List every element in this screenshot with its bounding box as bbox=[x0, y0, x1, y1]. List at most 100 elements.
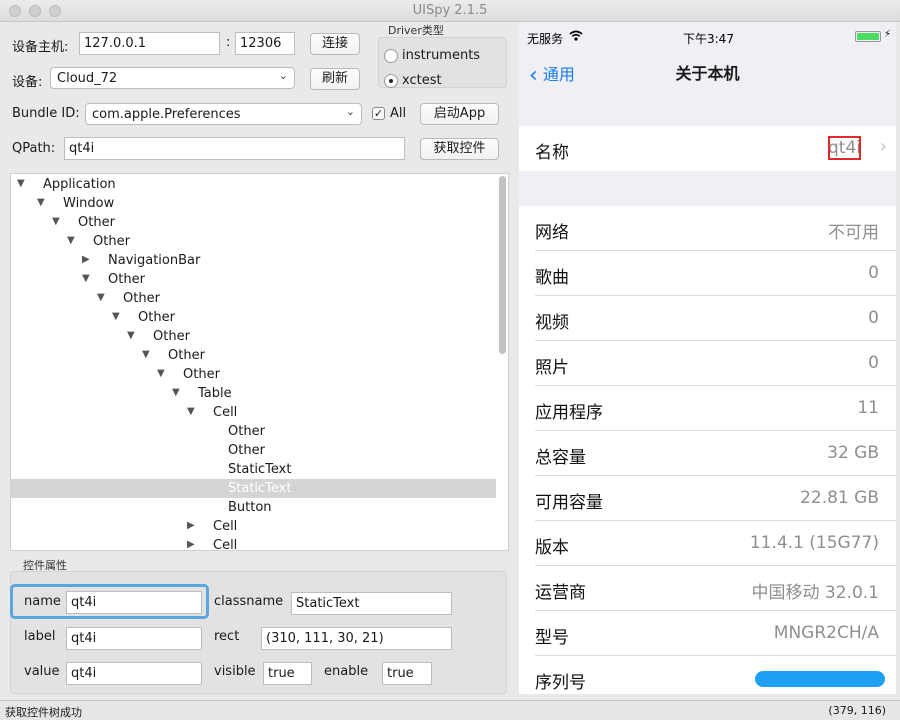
device-select[interactable]: Cloud_72 ⌄ bbox=[50, 67, 295, 89]
info-row-value: 0 bbox=[868, 353, 879, 373]
prop-value-label: value bbox=[24, 664, 60, 679]
tree-node[interactable]: ▶ NavigationBar bbox=[11, 251, 496, 270]
tree-node[interactable]: ▼ Other bbox=[11, 289, 496, 308]
tree-scrollbar[interactable] bbox=[499, 176, 506, 354]
bundle-id-select[interactable]: com.apple.Preferences ⌄ bbox=[85, 103, 362, 125]
serial-redaction bbox=[755, 671, 885, 687]
tree-node-label: Other bbox=[78, 215, 115, 230]
name-cell-label: 名称 bbox=[535, 143, 569, 163]
driver-radio-instruments[interactable] bbox=[384, 49, 398, 63]
disclosure-expanded-icon[interactable]: ▼ bbox=[112, 311, 120, 322]
control-tree[interactable]: ▶ Cell ▶ Cell Button StaticText StaticText Othe… bbox=[10, 173, 509, 551]
tree-node-label: Other bbox=[108, 272, 145, 287]
status-bar: 获取控件树成功 (379, 116) bbox=[0, 700, 900, 720]
tree-node[interactable]: ▼ Cell bbox=[11, 403, 496, 422]
driver-option-xctest: xctest bbox=[402, 73, 442, 88]
tree-node[interactable]: StaticText bbox=[11, 460, 496, 479]
tree-node-label: Other bbox=[228, 443, 265, 458]
prop-label-label: label bbox=[24, 629, 56, 644]
info-row[interactable]: 总容量 32 GB bbox=[519, 431, 896, 476]
tree-node-label: Other bbox=[228, 424, 265, 439]
tree-node[interactable]: Button bbox=[11, 498, 496, 517]
info-row-label: 运营商 bbox=[535, 583, 586, 603]
prop-label-field[interactable]: qt4i bbox=[66, 627, 202, 650]
refresh-button[interactable]: 刷新 bbox=[310, 68, 360, 90]
device-select-value: Cloud_72 bbox=[57, 71, 118, 86]
info-row[interactable]: 版本 11.4.1 (15G77) bbox=[519, 521, 896, 566]
info-row-value: 11.4.1 (15G77) bbox=[749, 533, 879, 553]
driver-option-instruments: instruments bbox=[402, 48, 481, 63]
tree-node[interactable]: ▼ Window bbox=[11, 194, 496, 213]
info-row-value: MNGR2CH/A bbox=[773, 623, 879, 643]
connect-button[interactable]: 连接 bbox=[310, 33, 360, 55]
window-title: UISpy 2.1.5 bbox=[412, 3, 488, 18]
disclosure-expanded-icon[interactable]: ▼ bbox=[187, 406, 195, 417]
info-row[interactable]: 视频 0 bbox=[519, 296, 896, 341]
info-row-label: 可用容量 bbox=[535, 493, 603, 513]
driver-radio-xctest[interactable] bbox=[384, 74, 398, 88]
tree-node-label: StaticText bbox=[228, 481, 292, 496]
info-row[interactable]: 照片 0 bbox=[519, 341, 896, 386]
info-row-value: 0 bbox=[868, 308, 879, 328]
info-row[interactable]: 歌曲 0 bbox=[519, 251, 896, 296]
title-bar: UISpy 2.1.5 bbox=[0, 0, 900, 22]
disclosure-expanded-icon[interactable]: ▼ bbox=[67, 235, 75, 246]
info-row-label: 歌曲 bbox=[535, 268, 569, 288]
disclosure-expanded-icon[interactable]: ▼ bbox=[37, 197, 45, 208]
tree-node[interactable]: Other bbox=[11, 441, 496, 460]
prop-classname-field[interactable]: StaticText bbox=[291, 592, 452, 615]
host-input[interactable]: 127.0.0.1 bbox=[79, 32, 220, 55]
tree-node-label: Table bbox=[198, 386, 232, 401]
prop-enable-field[interactable]: true bbox=[382, 662, 432, 685]
disclosure-expanded-icon[interactable]: ▼ bbox=[17, 178, 25, 189]
tree-node[interactable]: ▼ Other bbox=[11, 308, 496, 327]
tree-node[interactable]: ▼ Other bbox=[11, 213, 496, 232]
prop-rect-field[interactable]: (310, 111, 30, 21) bbox=[261, 627, 452, 650]
tree-node-label: Other bbox=[138, 310, 175, 325]
info-row[interactable]: 型号 MNGR2CH/A bbox=[519, 611, 896, 656]
prop-name-field[interactable]: qt4i bbox=[66, 591, 202, 614]
name-cell[interactable]: 名称 qt4i › bbox=[519, 126, 896, 171]
tree-node[interactable]: ▶ Cell bbox=[11, 517, 496, 536]
qpath-label: QPath: bbox=[12, 141, 56, 156]
tree-node[interactable]: Other bbox=[11, 422, 496, 441]
tree-node-label: Window bbox=[63, 196, 115, 211]
info-row[interactable]: 应用程序 11 bbox=[519, 386, 896, 431]
info-row-value: 11 bbox=[857, 398, 879, 418]
disclosure-expanded-icon[interactable]: ▼ bbox=[97, 292, 105, 303]
disclosure-expanded-icon[interactable]: ▼ bbox=[82, 273, 90, 284]
info-row[interactable]: 网络 不可用 bbox=[519, 206, 896, 251]
launch-app-button[interactable]: 启动App bbox=[420, 103, 499, 125]
all-checkbox[interactable]: ✓ bbox=[372, 107, 385, 120]
device-screen[interactable]: 无服务 下午3:47 ⚡ ‹ 通用 关于本机 名称 qt4i › 网络 不可用 歌曲… bbox=[519, 22, 896, 694]
disclosure-expanded-icon[interactable]: ▼ bbox=[127, 330, 135, 341]
tree-node[interactable]: ▼ Other bbox=[11, 232, 496, 251]
tree-node[interactable]: ▼ Other bbox=[11, 327, 496, 346]
host-label: 设备主机: bbox=[12, 40, 69, 55]
info-row-label: 照片 bbox=[535, 358, 569, 378]
tree-node[interactable]: ▼ Application bbox=[11, 175, 496, 194]
disclosure-expanded-icon[interactable]: ▼ bbox=[52, 216, 60, 227]
prop-rect-label: rect bbox=[214, 629, 240, 644]
tree-node[interactable]: ▼ Other bbox=[11, 270, 496, 289]
info-row-value: 不可用 bbox=[828, 223, 879, 243]
tree-node[interactable]: ▼ Other bbox=[11, 346, 496, 365]
tree-node[interactable]: StaticText bbox=[11, 479, 496, 498]
disclosure-expanded-icon[interactable]: ▼ bbox=[142, 349, 150, 360]
prop-visible-field[interactable]: true bbox=[263, 662, 312, 685]
info-row[interactable]: 运营商 中国移动 32.0.1 bbox=[519, 566, 896, 611]
qpath-input[interactable]: qt4i bbox=[64, 137, 405, 160]
disclosure-collapsed-icon[interactable]: ▶ bbox=[187, 539, 195, 550]
disclosure-collapsed-icon[interactable]: ▶ bbox=[82, 254, 90, 265]
prop-value-field[interactable]: qt4i bbox=[66, 662, 202, 685]
highlight-box bbox=[828, 136, 861, 160]
port-input[interactable]: 12306 bbox=[235, 32, 295, 55]
info-row[interactable]: 可用容量 22.81 GB bbox=[519, 476, 896, 521]
disclosure-expanded-icon[interactable]: ▼ bbox=[157, 368, 165, 379]
tree-node[interactable]: ▼ Table bbox=[11, 384, 496, 403]
tree-node[interactable]: ▼ Other bbox=[11, 365, 496, 384]
disclosure-expanded-icon[interactable]: ▼ bbox=[172, 387, 180, 398]
tree-node[interactable]: ▶ Cell bbox=[11, 536, 496, 550]
get-controls-button[interactable]: 获取控件 bbox=[420, 138, 499, 160]
disclosure-collapsed-icon[interactable]: ▶ bbox=[187, 520, 195, 531]
